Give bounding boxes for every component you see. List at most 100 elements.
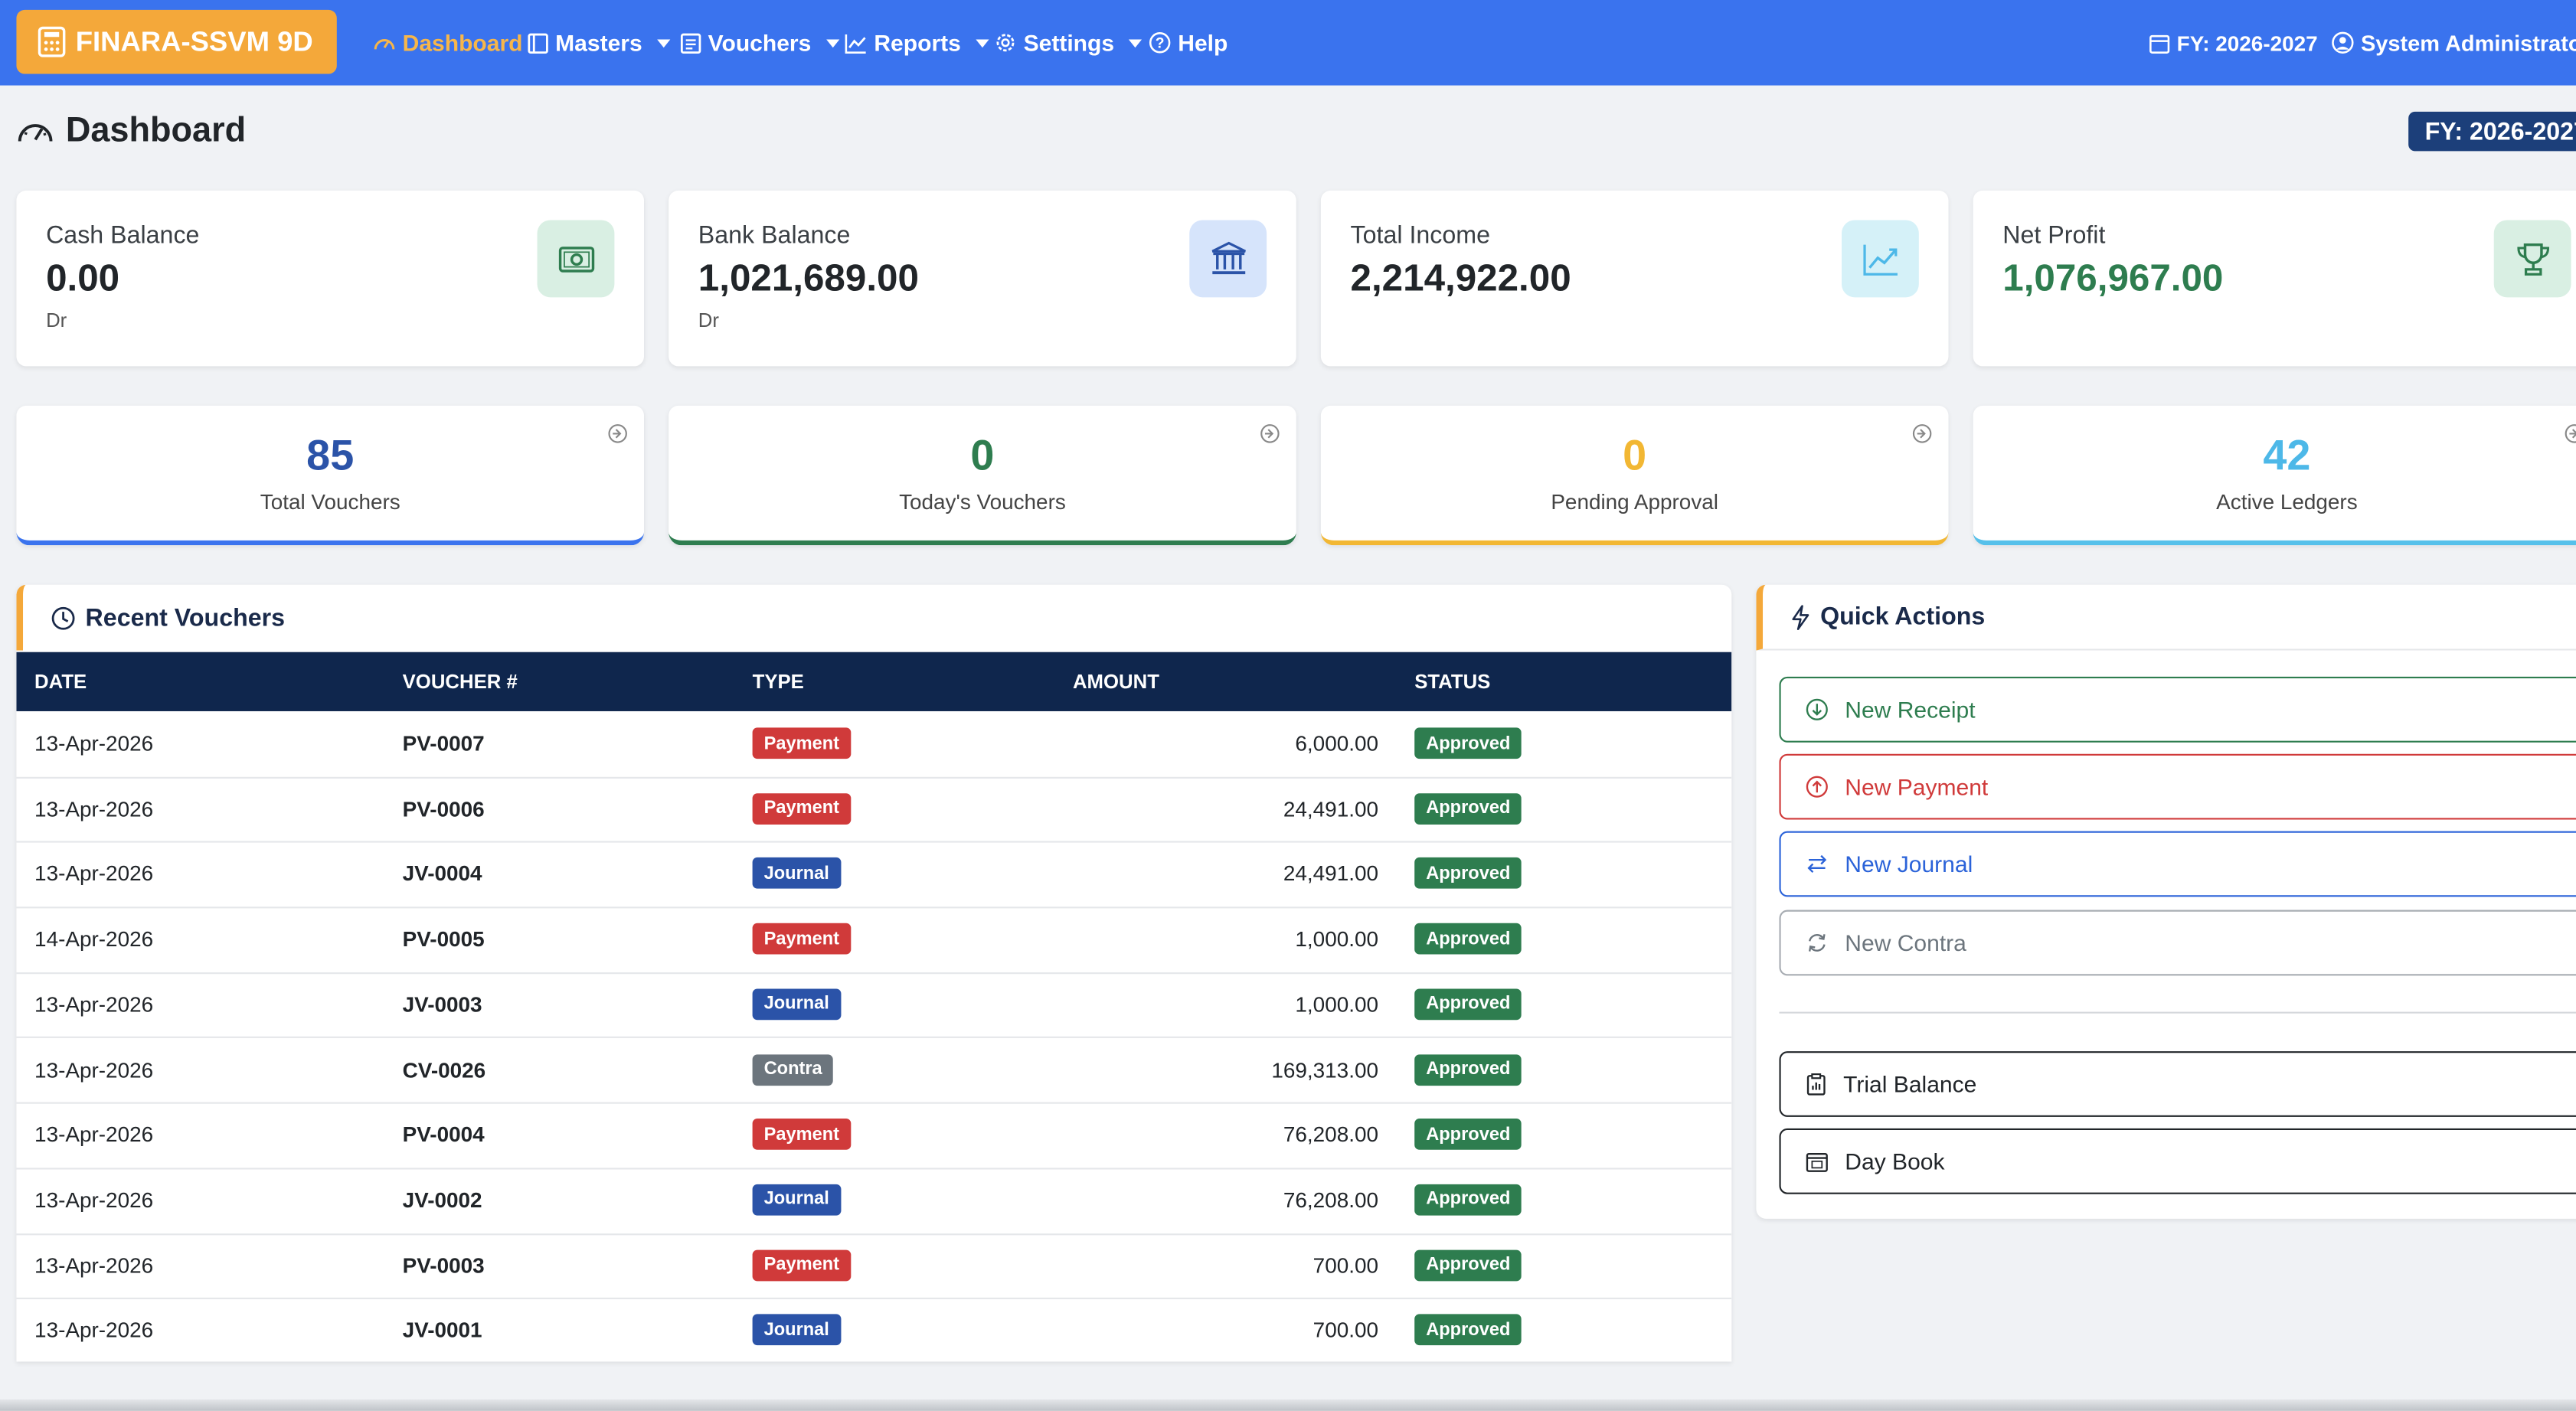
nav-help[interactable]: ? Help (1149, 26, 1228, 59)
question-circle-icon: ? (1149, 31, 1172, 54)
type-badge: Contra (752, 1053, 834, 1086)
stat-label: Cash Balance (46, 221, 200, 250)
count-card-todays-vouchers[interactable]: 0 Today's Vouchers (669, 405, 1296, 546)
stat-value: 1,021,689.00 (698, 256, 919, 299)
arrow-repeat-icon (1806, 931, 1829, 954)
column-header-amount: AMOUNT (1072, 670, 1159, 694)
cell-date: 13-Apr-2026 (34, 1187, 154, 1213)
table-row[interactable]: 13-Apr-2026 JV-0003 Journal 1,000.00 Approve… (16, 972, 1732, 1039)
speedometer-icon (16, 116, 54, 146)
table-row[interactable]: 13-Apr-2026 PV-0007 Payment 6,000.00 Approve… (16, 711, 1732, 779)
speedometer-icon (373, 33, 396, 53)
cell-voucher-number[interactable]: JV-0002 (403, 1187, 482, 1212)
table-row[interactable]: 13-Apr-2026 PV-0004 Payment 76,208.00 Approv… (16, 1102, 1732, 1170)
nav-masters[interactable]: Masters (528, 26, 671, 59)
brand-name: FINARA-SSVM 9D (75, 25, 313, 57)
arrow-right-circle-icon[interactable] (608, 424, 628, 444)
cell-date: 13-Apr-2026 (34, 1122, 154, 1147)
new-journal-button[interactable]: New Journal (1779, 831, 2576, 897)
table-row[interactable]: 13-Apr-2026 JV-0001 Journal 700.00 Approved (16, 1298, 1731, 1362)
arrow-right-circle-icon[interactable] (1260, 424, 1280, 444)
nav-vouchers[interactable]: Vouchers (680, 26, 839, 59)
type-badge: Journal (752, 988, 841, 1020)
cell-voucher-number[interactable]: PV-0003 (403, 1253, 485, 1277)
type-badge: Journal (752, 857, 841, 890)
cell-voucher-number[interactable]: PV-0004 (403, 1122, 485, 1147)
quick-actions-title: Quick Actions (1820, 603, 1986, 631)
status-badge: Approved (1414, 857, 1522, 890)
stat-sub: Dr (46, 309, 67, 332)
stat-sub: Dr (698, 309, 719, 332)
table-row[interactable]: 13-Apr-2026 PV-0003 Payment 700.00 Approved (16, 1233, 1732, 1300)
cell-voucher-number[interactable]: JV-0001 (403, 1318, 482, 1342)
nav-settings[interactable]: Settings (994, 26, 1143, 59)
calendar-icon (1806, 1151, 1829, 1172)
new-receipt-button[interactable]: New Receipt (1779, 676, 2576, 743)
stat-card-total-income: Total Income 2,214,922.00 (1320, 190, 1949, 367)
cell-amount: 169,313.00 (1271, 1057, 1378, 1082)
count-card-pending-approval[interactable]: 0 Pending Approval (1320, 405, 1949, 546)
nav-user[interactable]: System Administrator (2331, 26, 2576, 59)
new-contra-label: New Contra (1845, 929, 1966, 956)
column-header-date: DATE (34, 670, 87, 694)
nav-vouchers-label: Vouchers (708, 29, 812, 56)
stat-value: 2,214,922.00 (1350, 256, 1571, 299)
user-circle-icon (2331, 31, 2354, 54)
table-row[interactable]: 13-Apr-2026 PV-0006 Payment 24,491.00 Approv… (16, 776, 1732, 844)
nav-fy[interactable]: FY: 2026-2027 (2149, 26, 2318, 59)
status-badge: Approved (1414, 792, 1522, 825)
table-row[interactable]: 13-Apr-2026 CV-0026 Contra 169,313.00 Approv… (16, 1037, 1732, 1105)
type-badge: Payment (752, 923, 852, 955)
recent-vouchers-header: Recent Vouchers (16, 584, 1731, 651)
cell-voucher-number[interactable]: JV-0004 (403, 861, 482, 886)
count-card-active-ledgers[interactable]: 42 Active Ledgers (1973, 405, 2576, 546)
status-badge: Approved (1414, 1053, 1522, 1086)
cell-voucher-number[interactable]: JV-0003 (403, 991, 482, 1016)
cell-voucher-number[interactable]: PV-0007 (403, 731, 485, 756)
cell-voucher-number[interactable]: PV-0006 (403, 796, 485, 821)
status-badge: Approved (1414, 727, 1522, 759)
arrow-right-circle-icon[interactable] (2565, 424, 2576, 444)
divider (1779, 1011, 2576, 1014)
nav-reports[interactable]: Reports (845, 26, 989, 59)
nav-reports-label: Reports (874, 29, 961, 56)
day-book-button[interactable]: Day Book (1779, 1128, 2576, 1194)
stat-card-bank-balance: Bank Balance 1,021,689.00 Dr (669, 190, 1296, 367)
stat-card-cash-balance: Cash Balance 0.00 Dr (16, 190, 645, 367)
nav-fy-label: FY: 2026-2027 (2176, 30, 2318, 55)
top-navbar: FINARA-SSVM 9D Dashboard Masters Voucher… (0, 0, 2576, 86)
type-badge: Payment (752, 727, 852, 759)
day-book-label: Day Book (1845, 1148, 1945, 1174)
cell-amount: 24,491.00 (1283, 795, 1378, 821)
table-row[interactable]: 13-Apr-2026 JV-0004 Journal 24,491.00 Approv… (16, 841, 1732, 909)
count-label: Today's Vouchers (899, 489, 1066, 514)
cell-amount: 76,208.00 (1283, 1122, 1378, 1147)
nav-dashboard[interactable]: Dashboard (373, 26, 523, 59)
new-contra-button[interactable]: New Contra (1779, 910, 2576, 976)
arrow-up-circle-icon (1806, 776, 1829, 799)
column-header-status: STATUS (1414, 670, 1491, 694)
new-payment-label: New Payment (1845, 773, 1989, 800)
cell-voucher-number[interactable]: CV-0026 (403, 1057, 486, 1082)
brand-logo[interactable]: FINARA-SSVM 9D (16, 9, 337, 74)
cell-voucher-number[interactable]: PV-0005 (403, 926, 485, 951)
stat-label: Net Profit (2002, 221, 2106, 250)
cell-amount: 76,208.00 (1283, 1187, 1378, 1213)
new-payment-button[interactable]: New Payment (1779, 753, 2576, 820)
cell-amount: 700.00 (1313, 1318, 1378, 1343)
nav-user-label: System Administrator (2360, 30, 2576, 55)
count-label: Pending Approval (1551, 489, 1718, 514)
count-value: 0 (970, 430, 995, 480)
arrow-right-circle-icon[interactable] (1912, 424, 1932, 444)
count-card-total-vouchers[interactable]: 85 Total Vouchers (16, 405, 645, 546)
trial-balance-label: Trial Balance (1843, 1070, 1977, 1098)
gear-icon (994, 31, 1017, 54)
table-row[interactable]: 14-Apr-2026 PV-0005 Payment 1,000.00 Approve… (16, 906, 1732, 974)
cell-date: 13-Apr-2026 (34, 730, 154, 756)
trial-balance-button[interactable]: Trial Balance (1779, 1051, 2576, 1117)
cell-date: 14-Apr-2026 (34, 926, 154, 952)
table-row[interactable]: 13-Apr-2026 JV-0002 Journal 76,208.00 Approv… (16, 1168, 1732, 1235)
page-title-text: Dashboard (65, 111, 247, 150)
type-badge: Payment (752, 792, 852, 825)
type-badge: Journal (752, 1184, 841, 1216)
